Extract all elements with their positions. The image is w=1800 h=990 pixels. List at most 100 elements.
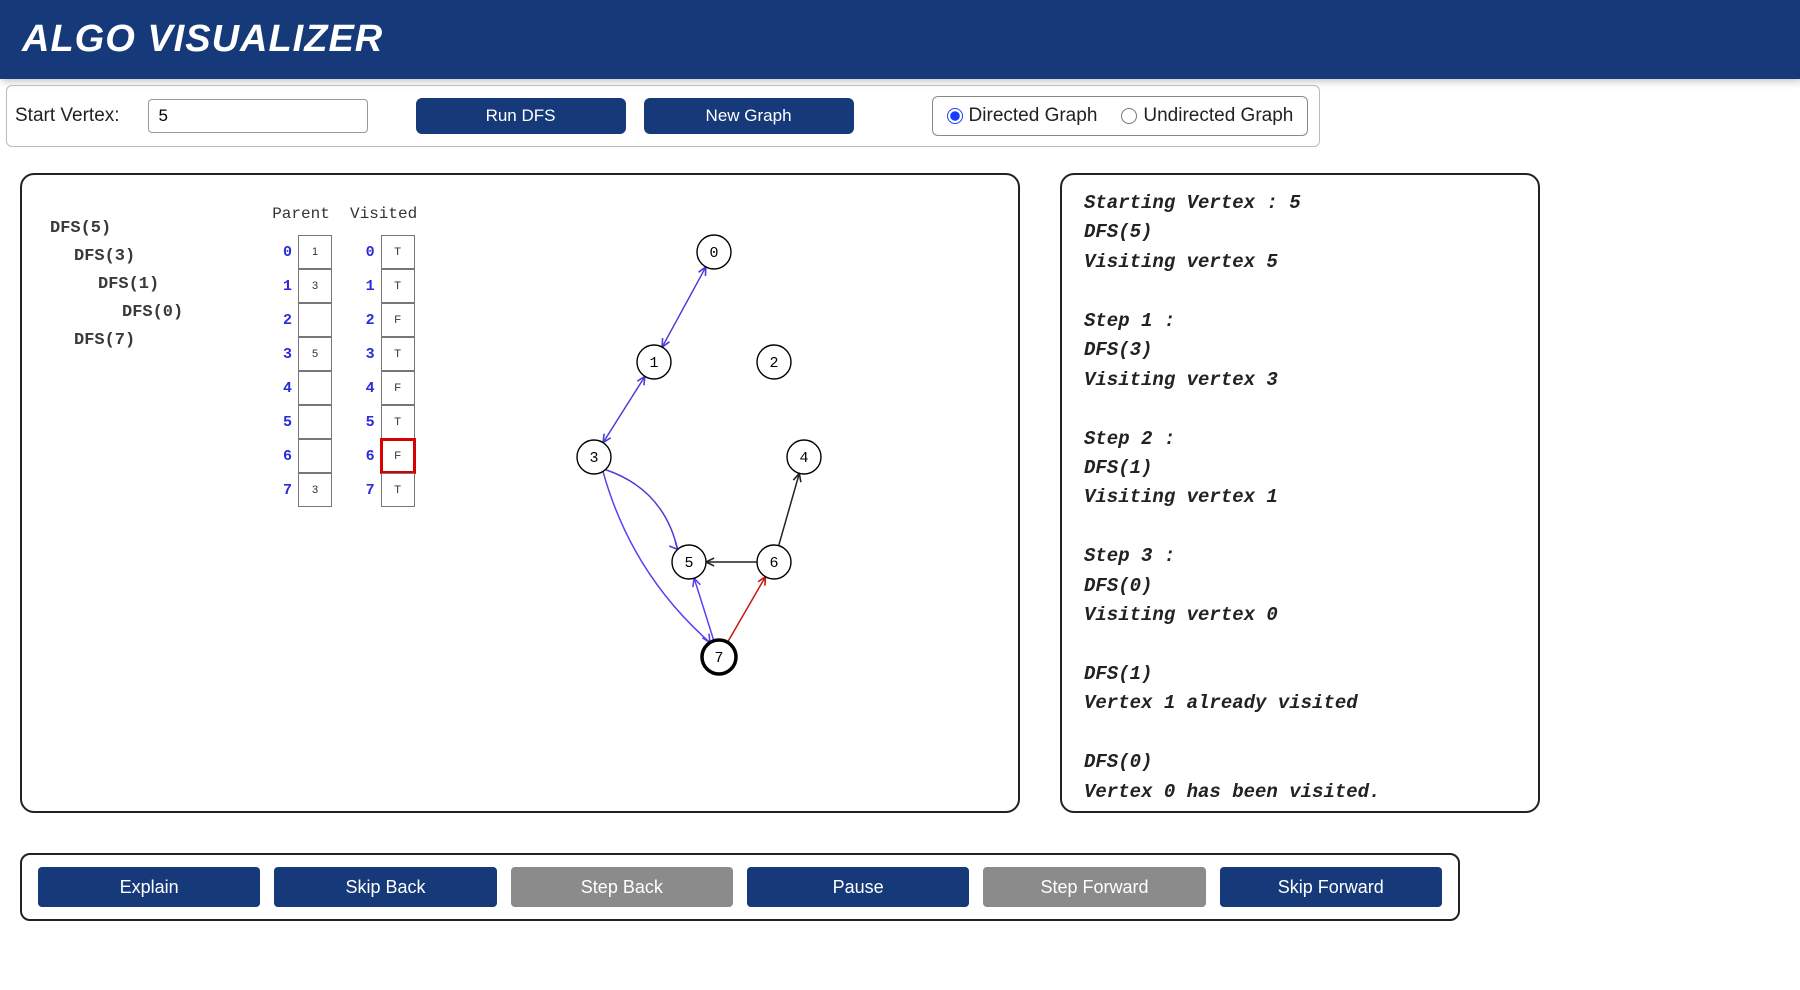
parent-idx: 4 [270, 380, 292, 397]
graph-node[interactable]: 5 [672, 545, 706, 579]
start-vertex-label: Start Vertex: [15, 105, 120, 127]
graph-node[interactable]: 6 [757, 545, 791, 579]
visited-cell: T [381, 235, 415, 269]
parent-row: 5 [270, 405, 332, 439]
parent-cell: 3 [298, 269, 332, 303]
parent-cell [298, 371, 332, 405]
parent-cell: 5 [298, 337, 332, 371]
visited-cell: F [381, 371, 415, 405]
start-vertex-input[interactable] [148, 99, 368, 133]
visited-row: 7T [353, 473, 415, 507]
parent-cell: 1 [298, 235, 332, 269]
graph-edge [662, 267, 706, 347]
visited-row: 4F [353, 371, 415, 405]
step-back-button[interactable]: Step Back [511, 867, 733, 907]
visited-row: 3T [353, 337, 415, 371]
graph-node[interactable]: 0 [697, 235, 731, 269]
parent-cell: 3 [298, 473, 332, 507]
callstack-line: DFS(3) [74, 243, 270, 271]
visited-idx: 3 [353, 346, 375, 363]
visited-cell: T [381, 337, 415, 371]
visited-idx: 2 [353, 312, 375, 329]
callstack-line: DFS(7) [74, 327, 270, 355]
call-stack: DFS(5)DFS(3)DFS(1)DFS(0)DFS(7) [50, 215, 270, 791]
visited-row: 0T [353, 235, 415, 269]
visited-row: 6F [353, 439, 415, 473]
visited-table: Visited 0T1T2F3T4F5T6F7T [350, 205, 417, 791]
graph-edge [603, 376, 645, 442]
graph-edge [779, 473, 800, 545]
parent-row: 2 [270, 303, 332, 337]
graph-node-label: 2 [770, 355, 779, 372]
skip-back-button[interactable]: Skip Back [274, 867, 496, 907]
graph-node[interactable]: 2 [757, 345, 791, 379]
app-header: ALGO VISUALIZER [0, 0, 1800, 79]
callstack-line: DFS(0) [122, 299, 270, 327]
parent-row: 35 [270, 337, 332, 371]
parent-idx: 5 [270, 414, 292, 431]
parent-row: 4 [270, 371, 332, 405]
visited-idx: 6 [353, 448, 375, 465]
visited-cell: F [381, 439, 415, 473]
visited-row: 5T [353, 405, 415, 439]
parent-row: 73 [270, 473, 332, 507]
graph-node-label: 6 [770, 555, 779, 572]
app-title: ALGO VISUALIZER [22, 18, 383, 60]
parent-idx: 0 [270, 244, 292, 261]
skip-forward-button[interactable]: Skip Forward [1220, 867, 1442, 907]
directed-radio[interactable] [947, 108, 963, 124]
log-panel: Starting Vertex : 5 DFS(5) Visiting vert… [1060, 173, 1540, 813]
graph-node-label: 7 [715, 650, 724, 667]
main-area: DFS(5)DFS(3)DFS(1)DFS(0)DFS(7) Parent 01… [20, 173, 1780, 813]
graph-node[interactable]: 1 [637, 345, 671, 379]
graph-node[interactable]: 4 [787, 440, 821, 474]
parent-row: 13 [270, 269, 332, 303]
explain-button[interactable]: Explain [38, 867, 260, 907]
pause-button[interactable]: Pause [747, 867, 969, 907]
new-graph-button[interactable]: New Graph [644, 98, 854, 134]
step-forward-button[interactable]: Step Forward [983, 867, 1205, 907]
controls-bar: Start Vertex: Run DFS New Graph Directed… [6, 85, 1320, 147]
parent-row: 01 [270, 235, 332, 269]
parent-cell [298, 405, 332, 439]
parent-idx: 1 [270, 278, 292, 295]
graph-type-group: Directed Graph Undirected Graph [932, 96, 1309, 136]
graph-node-label: 4 [800, 450, 809, 467]
parent-idx: 3 [270, 346, 292, 363]
visited-row: 1T [353, 269, 415, 303]
parent-cell [298, 303, 332, 337]
graph-edge [728, 577, 766, 643]
visited-idx: 1 [353, 278, 375, 295]
visited-idx: 7 [353, 482, 375, 499]
directed-radio-label[interactable]: Directed Graph [947, 105, 1098, 127]
visualization-panel: DFS(5)DFS(3)DFS(1)DFS(0)DFS(7) Parent 01… [20, 173, 1020, 813]
visited-cell: F [381, 303, 415, 337]
undirected-radio-label[interactable]: Undirected Graph [1121, 105, 1293, 127]
run-dfs-button[interactable]: Run DFS [416, 98, 626, 134]
visited-cell: T [381, 405, 415, 439]
visited-cell: T [381, 269, 415, 303]
graph-canvas: 0 1 2 3 4 5 6 7 [447, 215, 947, 735]
parent-table: Parent 011323545673 [270, 205, 332, 791]
visited-idx: 4 [353, 380, 375, 397]
graph-node[interactable]: 7 [702, 640, 736, 674]
callstack-line: DFS(1) [98, 271, 270, 299]
graph-node-label: 5 [685, 555, 694, 572]
parent-row: 6 [270, 439, 332, 473]
graph-node[interactable]: 3 [577, 440, 611, 474]
graph-svg: 0 1 2 3 4 5 6 7 [447, 215, 947, 735]
parent-cell [298, 439, 332, 473]
parent-idx: 7 [270, 482, 292, 499]
graph-node-label: 1 [650, 355, 659, 372]
visited-cell: T [381, 473, 415, 507]
visited-table-title: Visited [350, 205, 417, 223]
visited-idx: 5 [353, 414, 375, 431]
graph-node-label: 0 [710, 245, 719, 262]
undirected-radio[interactable] [1121, 108, 1137, 124]
directed-label-text: Directed Graph [969, 105, 1098, 127]
visited-row: 2F [353, 303, 415, 337]
graph-node-label: 3 [590, 450, 599, 467]
parent-idx: 6 [270, 448, 292, 465]
undirected-label-text: Undirected Graph [1143, 105, 1293, 127]
playback-controls: Explain Skip Back Step Back Pause Step F… [20, 853, 1460, 921]
